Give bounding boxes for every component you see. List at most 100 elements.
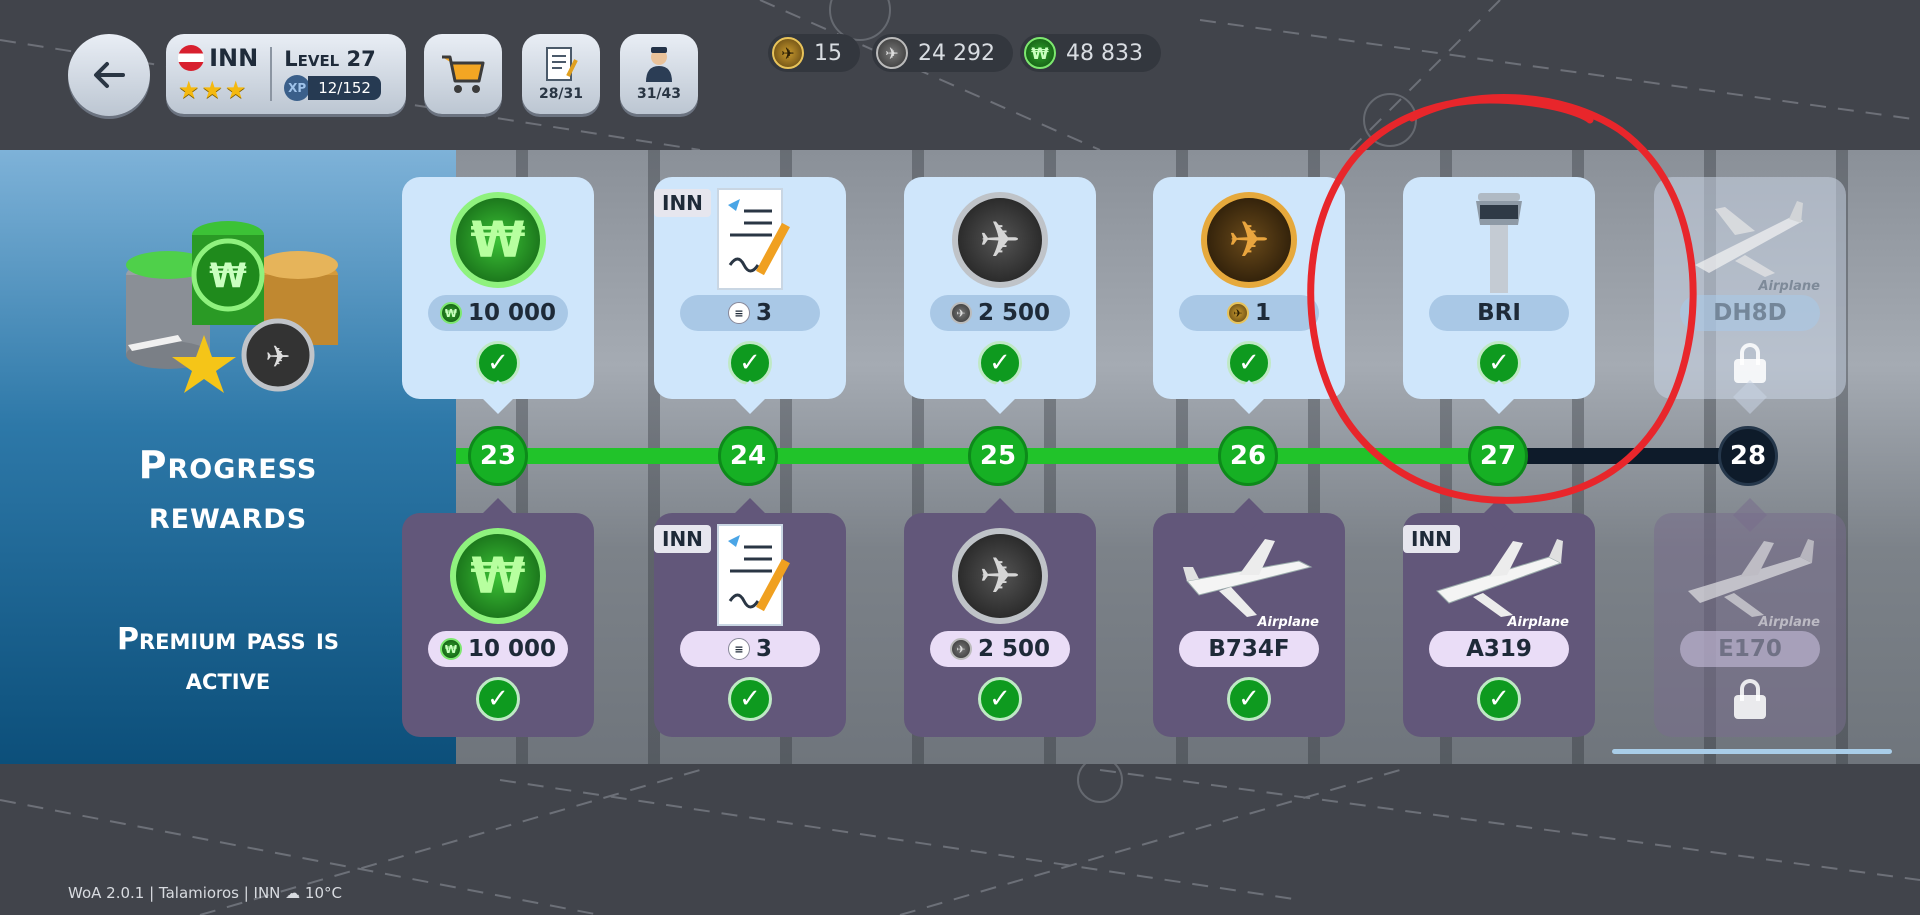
svg-text:₩: ₩ xyxy=(209,256,247,296)
contracts-button[interactable]: 28/31 xyxy=(522,34,600,114)
airplane-icon xyxy=(1183,539,1313,617)
premium-reward-26[interactable]: Airplane B734F ✓ xyxy=(1153,498,1345,737)
progress-track-remaining xyxy=(1500,448,1748,464)
version-footer: WoA 2.0.1 | Talamioros | INN ☁ 10°C xyxy=(68,884,342,902)
green-currency[interactable]: ₩ 48 833 xyxy=(1020,34,1161,72)
reward-amount: BRI xyxy=(1477,300,1521,326)
silver-plane-coin-icon: ✈ xyxy=(949,302,972,324)
reward-amount: DH8D xyxy=(1713,300,1787,326)
airplane-label: Airplane xyxy=(1758,279,1820,294)
status-line-2: active xyxy=(185,662,271,697)
airplane-icon xyxy=(1695,201,1803,277)
reward-amount: 3 xyxy=(755,636,772,662)
level-node-25: 25 xyxy=(968,426,1028,486)
airport-tag: INN xyxy=(1403,525,1460,553)
airport-code: INN xyxy=(209,44,259,72)
green-won-coin-icon: ₩ xyxy=(450,192,546,288)
claimed-check-icon: ✓ xyxy=(476,341,520,385)
free-reward-28[interactable]: Airplane DH8D xyxy=(1654,177,1846,414)
level-node-26: 26 xyxy=(1218,426,1278,486)
crew-member-icon xyxy=(646,47,672,82)
reward-amount: A319 xyxy=(1466,636,1532,662)
claimed-check-icon: ✓ xyxy=(1477,677,1521,721)
reward-amount: 2 500 xyxy=(977,300,1051,326)
airport-tag: INN xyxy=(654,189,711,217)
contracts-count: 28/31 xyxy=(538,86,584,102)
level-node-27: 27 xyxy=(1468,426,1528,486)
gold-currency[interactable]: ✈ 15 xyxy=(768,34,860,72)
green-won-coin-icon: ₩ xyxy=(1024,37,1056,69)
control-tower-icon xyxy=(1476,193,1522,293)
silver-currency[interactable]: ✈ 24 292 xyxy=(872,34,1013,72)
claimed-check-icon: ✓ xyxy=(728,341,772,385)
contract-document-icon xyxy=(717,524,790,626)
back-button[interactable] xyxy=(68,34,150,116)
claimed-check-icon: ✓ xyxy=(1227,677,1271,721)
horizontal-scrollbar[interactable] xyxy=(1612,749,1892,754)
lock-icon xyxy=(1734,679,1766,719)
reward-amount: 3 xyxy=(755,300,772,326)
shop-button[interactable] xyxy=(424,34,502,114)
premium-reward-25[interactable]: ✈ ✈ 2 500 ✓ xyxy=(904,498,1096,737)
silver-plane-coin-icon: ✈ xyxy=(949,638,972,660)
crew-button[interactable]: 31/43 xyxy=(620,34,698,114)
premium-pass-status: Premium pass is active xyxy=(0,620,456,700)
silver-currency-value: 24 292 xyxy=(918,40,995,66)
contract-mini-icon: ≡ xyxy=(727,638,750,660)
premium-reward-23[interactable]: ₩ ₩10 000 ✓ xyxy=(402,498,594,737)
shopping-cart-icon xyxy=(442,55,485,93)
silver-plane-coin-icon: ✈ xyxy=(952,528,1048,624)
lock-icon xyxy=(1734,343,1766,383)
crew-count: 31/43 xyxy=(636,86,682,102)
free-reward-25[interactable]: ✈ ✈ 2 500 ✓ xyxy=(904,177,1096,414)
xp-icon: XP xyxy=(284,75,311,101)
free-reward-24[interactable]: INN ≡ 3 ✓ xyxy=(654,177,846,414)
reward-amount: 10 000 xyxy=(467,636,557,662)
reward-amount: 10 000 xyxy=(467,300,557,326)
silver-plane-coin-icon: ✈ xyxy=(952,192,1048,288)
austria-flag-icon xyxy=(178,45,204,71)
contract-document-icon xyxy=(717,188,790,290)
claimed-check-icon: ✓ xyxy=(476,677,520,721)
premium-reward-24[interactable]: INN ≡ 3 ✓ xyxy=(654,498,846,737)
title-line-1: Progress xyxy=(138,443,318,487)
green-currency-value: 48 833 xyxy=(1066,40,1143,66)
free-reward-26[interactable]: ✈ ✈ 1 ✓ xyxy=(1153,177,1345,414)
reward-amount: B734F xyxy=(1208,636,1290,662)
free-reward-23[interactable]: ₩ ₩10 000 ✓ xyxy=(402,177,594,414)
contract-mini-icon: ≡ xyxy=(727,302,750,324)
title-line-2: rewards xyxy=(148,493,308,537)
premium-reward-27[interactable]: INN Airplane A319 ✓ xyxy=(1403,498,1595,737)
level-node-28: 28 xyxy=(1718,426,1778,486)
reward-amount: 1 xyxy=(1254,300,1271,326)
airplane-label: Airplane xyxy=(1758,615,1820,630)
airport-tag: INN xyxy=(654,525,711,553)
airplane-label: Airplane xyxy=(1257,615,1319,630)
claimed-check-icon: ✓ xyxy=(728,677,772,721)
claimed-check-icon: ✓ xyxy=(1477,341,1521,385)
rating-stars: ★★★ xyxy=(178,76,249,104)
divider xyxy=(270,47,273,101)
claimed-check-icon: ✓ xyxy=(978,677,1022,721)
level-label: Level 27 xyxy=(284,47,376,71)
coin-pile-icon: ₩ ✈ xyxy=(126,221,338,393)
svg-text:✈: ✈ xyxy=(265,340,290,375)
reward-amount: E170 xyxy=(1718,636,1782,662)
free-reward-27[interactable]: BRI ✓ xyxy=(1403,177,1595,414)
progress-rewards-title: Progress rewards xyxy=(0,440,456,540)
green-won-coin-icon: ₩ xyxy=(439,302,462,324)
airplane-icon xyxy=(1688,539,1814,617)
profile-panel[interactable]: INN ★★★ Level 27 XP 12/152 xyxy=(166,34,406,114)
premium-reward-28[interactable]: Airplane E170 xyxy=(1654,498,1846,737)
gold-plane-coin-icon: ✈ xyxy=(772,37,804,69)
silver-plane-coin-icon: ✈ xyxy=(876,37,908,69)
xp-progress: 12/152 xyxy=(308,76,381,100)
level-node-24: 24 xyxy=(718,426,778,486)
green-won-coin-icon: ₩ xyxy=(439,638,462,660)
green-won-coin-icon: ₩ xyxy=(450,528,546,624)
reward-amount: 2 500 xyxy=(977,636,1051,662)
claimed-check-icon: ✓ xyxy=(1227,341,1271,385)
claimed-check-icon: ✓ xyxy=(978,341,1022,385)
contract-document-icon xyxy=(546,47,578,81)
gold-plane-coin-icon: ✈ xyxy=(1201,192,1297,288)
